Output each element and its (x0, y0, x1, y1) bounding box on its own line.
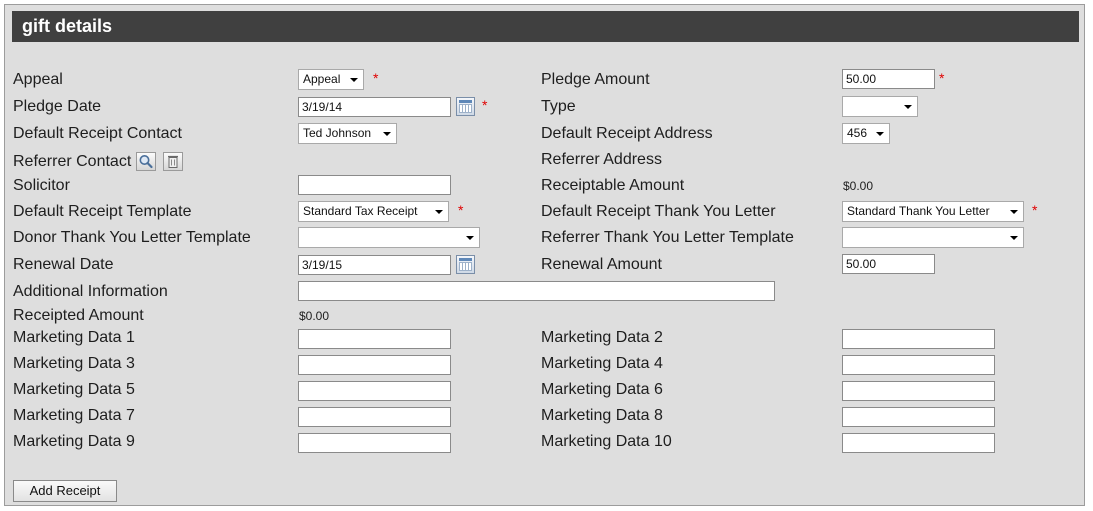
referrer-address-label: Referrer Address (541, 151, 662, 168)
renewal-amount-label: Renewal Amount (541, 256, 662, 273)
marketing-data-input[interactable] (298, 407, 451, 427)
referrer-contact-label: Referrer Contact (13, 153, 132, 170)
marketing-data-label: Marketing Data 3 (13, 355, 135, 372)
trash-icon[interactable] (163, 152, 183, 171)
appeal-select[interactable]: Appeal (298, 69, 364, 90)
calendar-icon[interactable] (456, 97, 475, 116)
search-icon[interactable] (136, 152, 156, 171)
default-receipt-address-label: Default Receipt Address (541, 125, 713, 142)
marketing-data-input[interactable] (298, 329, 451, 349)
renewal-date-input[interactable]: 3/19/15 (298, 255, 451, 275)
chevron-down-icon (435, 210, 443, 214)
required-marker: * (373, 70, 379, 86)
receipted-amount-value: $0.00 (299, 309, 330, 323)
pledge-date-input[interactable]: 3/19/14 (298, 97, 451, 117)
marketing-data-label: Marketing Data 2 (541, 329, 663, 346)
default-receipt-template-select[interactable]: Standard Tax Receipt (298, 201, 449, 222)
marketing-data-label: Marketing Data 7 (13, 407, 135, 424)
receiptable-amount-label: Receiptable Amount (541, 177, 685, 194)
renewal-date-label: Renewal Date (13, 256, 114, 273)
referrer-thank-you-select[interactable] (842, 227, 1024, 248)
default-receipt-thank-you-select[interactable]: Standard Thank You Letter (842, 201, 1024, 222)
default-receipt-thank-you-label: Default Receipt Thank You Letter (541, 203, 776, 220)
receiptable-amount-value: $0.00 (843, 179, 874, 193)
required-marker: * (939, 70, 945, 86)
additional-information-input[interactable] (298, 281, 775, 301)
pledge-amount-input[interactable]: 50.00 (842, 69, 935, 89)
marketing-data-label: Marketing Data 6 (541, 381, 663, 398)
chevron-down-icon (876, 132, 884, 136)
marketing-data-input[interactable] (842, 355, 995, 375)
solicitor-input[interactable] (298, 175, 451, 195)
section-header: gift details (12, 11, 1079, 42)
required-marker: * (1032, 202, 1038, 218)
type-select[interactable] (842, 96, 918, 117)
marketing-data-label: Marketing Data 4 (541, 355, 663, 372)
default-receipt-contact-label: Default Receipt Contact (13, 125, 182, 142)
marketing-data-label: Marketing Data 9 (13, 433, 135, 450)
chevron-down-icon (1010, 210, 1018, 214)
donor-thank-you-label: Donor Thank You Letter Template (13, 229, 251, 246)
default-receipt-address-select[interactable]: 456 (842, 123, 890, 144)
referrer-thank-you-label: Referrer Thank You Letter Template (541, 229, 794, 246)
add-receipt-button[interactable]: Add Receipt (13, 480, 117, 502)
marketing-data-input[interactable] (842, 329, 995, 349)
additional-information-label: Additional Information (13, 283, 168, 300)
solicitor-label: Solicitor (13, 177, 70, 194)
donor-thank-you-select[interactable] (298, 227, 480, 248)
receipted-amount-label: Receipted Amount (13, 307, 144, 324)
marketing-data-input[interactable] (842, 381, 995, 401)
chevron-down-icon (904, 105, 912, 109)
default-receipt-template-label: Default Receipt Template (13, 203, 192, 220)
marketing-data-label: Marketing Data 5 (13, 381, 135, 398)
marketing-data-input[interactable] (842, 433, 995, 453)
marketing-data-label: Marketing Data 10 (541, 433, 672, 450)
appeal-label: Appeal (13, 71, 63, 88)
marketing-data-input[interactable] (298, 355, 451, 375)
marketing-data-input[interactable] (298, 381, 451, 401)
default-receipt-contact-select[interactable]: Ted Johnson (298, 123, 397, 144)
calendar-icon[interactable] (456, 255, 475, 274)
type-label: Type (541, 98, 576, 115)
marketing-data-input[interactable] (842, 407, 995, 427)
chevron-down-icon (1010, 236, 1018, 240)
pledge-date-label: Pledge Date (13, 98, 102, 115)
required-marker: * (458, 202, 464, 218)
marketing-data-input[interactable] (298, 433, 451, 453)
chevron-down-icon (383, 132, 391, 136)
renewal-amount-input[interactable]: 50.00 (842, 254, 935, 274)
pledge-amount-label: Pledge Amount (541, 71, 650, 88)
chevron-down-icon (466, 236, 474, 240)
marketing-data-label: Marketing Data 1 (13, 329, 135, 346)
required-marker: * (482, 97, 488, 113)
chevron-down-icon (350, 78, 358, 82)
marketing-data-label: Marketing Data 8 (541, 407, 663, 424)
